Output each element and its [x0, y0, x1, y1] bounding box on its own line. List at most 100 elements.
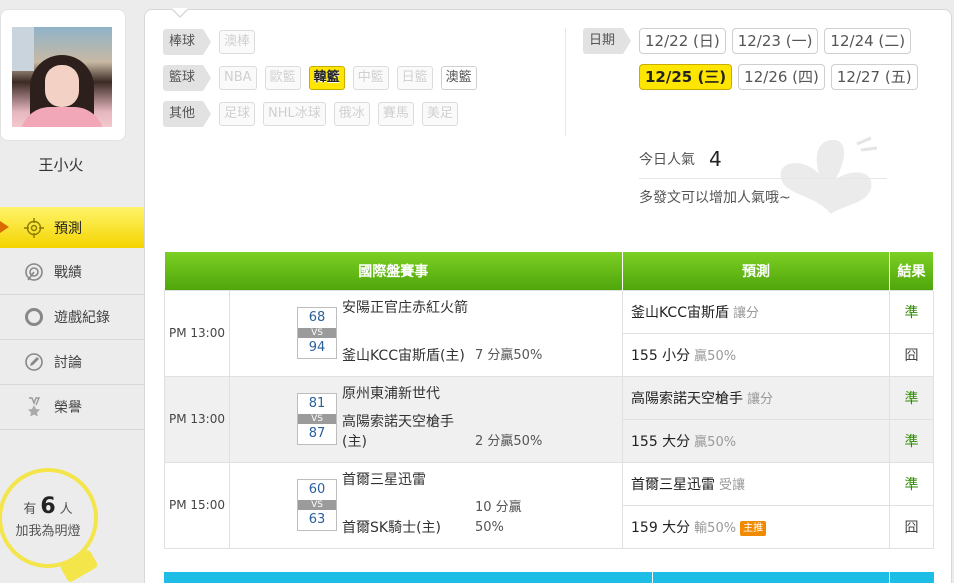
match-cell: 60 VS 63 首爾三星迅雷 首爾SK騎士(主) 10 分贏 50%	[229, 461, 623, 549]
handicap-text: 10 分贏	[475, 499, 522, 515]
chat-edit-icon	[24, 352, 44, 372]
follow-label: 加我為明燈	[15, 524, 81, 539]
sidebar-item-honor[interactable]: 榮譽	[0, 385, 144, 430]
prediction-cell: 釜山KCC宙斯盾 讓分	[622, 289, 890, 334]
league-button[interactable]: 中籃	[352, 66, 389, 90]
category-tag-baseball: 棒球	[163, 29, 211, 55]
table-header: 國際盤賽事 預測 結果	[164, 252, 934, 290]
home-score: 63	[308, 512, 326, 527]
handicap-text: 50%	[475, 519, 504, 535]
sidebar: 王小火 預測 戰績 遊戲紀錄 討論 榮譽 有 6 人 加我為明燈	[0, 0, 152, 583]
score-box: 68 VS 94	[297, 307, 337, 359]
ring-icon	[24, 307, 44, 327]
league-button[interactable]: NBA	[219, 66, 257, 90]
popularity-box: 今日人氣 4 多發文可以增加人氣哦~	[639, 144, 889, 207]
game-time: PM 13:00	[164, 289, 230, 377]
home-score: 94	[308, 340, 326, 355]
home-team: 高陽索諾天空槍手(主)	[342, 413, 454, 450]
home-score: 87	[308, 426, 326, 441]
score-box: 81 VS 87	[297, 393, 337, 445]
filter-row-other: 其他 足球 NHL冰球 俄冰 賽馬 美足	[163, 101, 466, 127]
date-label: 日期	[583, 28, 631, 54]
main-pick-badge: 主推	[740, 520, 767, 536]
filter-row-baseball: 棒球 澳棒	[163, 29, 263, 55]
home-team: 首爾SK騎士(主)	[342, 519, 441, 536]
away-score: 68	[308, 310, 326, 325]
league-button-selected[interactable]: 韓籃	[308, 66, 345, 90]
date-button-selected[interactable]: 12/25 (三)	[639, 64, 733, 90]
user-name[interactable]: 王小火	[0, 154, 122, 175]
avatar[interactable]	[12, 27, 112, 127]
away-team: 安陽正官庄赤紅火箭	[342, 299, 468, 316]
home-team: 釜山KCC宙斯盾(主)	[342, 347, 465, 364]
divider	[565, 28, 566, 136]
sidebar-item-record[interactable]: 戰績	[0, 250, 144, 295]
target-icon	[24, 217, 44, 238]
table-row: PM 13:00 81 VS 87 原州東浦新世代 高陽索諾天空槍手(主) 2 …	[164, 375, 934, 463]
category-tag-basketball: 籃球	[163, 65, 211, 91]
medal-icon	[24, 397, 44, 417]
sidebar-item-game-log[interactable]: 遊戲紀錄	[0, 295, 144, 340]
date-selector: 日期 12/22 (日) 12/23 (一) 12/24 (二) 12/25 (…	[583, 28, 924, 100]
score-box: 60 VS 63	[297, 479, 337, 531]
date-button[interactable]: 12/23 (一)	[731, 28, 819, 54]
match-cell: 81 VS 87 原州東浦新世代 高陽索諾天空槍手(主) 2 分贏50%	[229, 375, 623, 463]
game-time: PM 13:00	[164, 375, 230, 463]
prediction-cell: 159 大分 輸50% 主推	[622, 504, 890, 549]
filter-row-basketball: 籃球 NBA 歐籃 韓籃 中籃 日籃 澳籃	[163, 65, 485, 91]
prediction-cell: 155 大分 贏50%	[622, 418, 890, 463]
league-button[interactable]: 賽馬	[377, 102, 414, 126]
game-time: PM 15:00	[164, 461, 230, 549]
category-tag-other: 其他	[163, 101, 211, 127]
sidebar-item-label: 預測	[54, 220, 82, 237]
sidebar-item-label: 遊戲紀錄	[54, 310, 110, 326]
popularity-value: 4	[709, 147, 722, 171]
match-cell: 68 VS 94 安陽正官庄赤紅火箭 釜山KCC宙斯盾(主) 7 分贏50%	[229, 289, 623, 377]
league-button[interactable]: 歐籃	[264, 66, 301, 90]
away-score: 81	[308, 396, 326, 411]
league-button[interactable]: 日籃	[396, 66, 433, 90]
follow-badge[interactable]: 有6人 加我為明燈	[0, 468, 100, 583]
table-row: PM 13:00 68 VS 94 安陽正官庄赤紅火箭 釜山KCC宙斯盾(主) …	[164, 289, 934, 377]
handicap-text: 7 分贏50%	[475, 347, 543, 363]
league-button[interactable]: NHL冰球	[263, 102, 326, 126]
handicap-text: 2 分贏50%	[475, 433, 543, 449]
popularity-label: 今日人氣	[639, 152, 695, 168]
prediction-table: 國際盤賽事 預測 結果 PM 13:00 68 VS 94 安陽正官庄赤紅火箭 …	[164, 252, 934, 549]
header-match: 國際盤賽事	[164, 252, 623, 290]
result-cell: 準	[889, 375, 934, 420]
header-prediction: 預測	[622, 252, 890, 290]
prediction-cell: 首爾三星迅雷 受讓	[622, 461, 890, 506]
away-team: 原州東浦新世代	[342, 385, 440, 402]
league-button[interactable]: 澳棒	[219, 30, 256, 54]
result-cell: 準	[889, 289, 934, 334]
date-button[interactable]: 12/26 (四)	[738, 64, 825, 90]
next-table-header	[164, 572, 934, 583]
sidebar-nav: 預測 戰績 遊戲紀錄 討論 榮譽	[0, 205, 152, 430]
date-button[interactable]: 12/22 (日)	[639, 28, 726, 54]
date-button[interactable]: 12/27 (五)	[830, 64, 918, 90]
prediction-cell: 155 小分 贏50%	[622, 332, 890, 377]
result-cell: 準	[889, 418, 934, 463]
sidebar-item-label: 戰績	[54, 265, 82, 281]
result-cell: 囧	[889, 504, 934, 549]
date-button[interactable]: 12/24 (二)	[824, 28, 912, 54]
result-cell: 準	[889, 461, 934, 506]
league-button[interactable]: 澳籃	[440, 66, 477, 90]
prediction-cell: 高陽索諾天空槍手 讓分	[622, 375, 890, 420]
main-panel: 棒球 澳棒 籃球 NBA 歐籃 韓籃 中籃 日籃 澳籃 其他 足球 NHL冰球 …	[144, 8, 952, 583]
avatar-card	[0, 9, 126, 141]
fans-count-text: 有6人	[23, 494, 73, 519]
away-score: 60	[308, 482, 326, 497]
league-button[interactable]: 足球	[219, 102, 256, 126]
sidebar-item-label: 榮譽	[54, 400, 82, 416]
header-result: 結果	[889, 252, 934, 290]
sidebar-item-predict[interactable]: 預測	[0, 207, 152, 248]
league-button[interactable]: 美足	[421, 102, 458, 126]
fans-count: 6	[40, 494, 56, 519]
popularity-hint: 多發文可以增加人氣哦~	[639, 190, 791, 206]
league-button[interactable]: 俄冰	[333, 102, 370, 126]
sidebar-item-discuss[interactable]: 討論	[0, 340, 144, 385]
sidebar-item-label: 討論	[54, 355, 82, 371]
table-row: PM 15:00 60 VS 63 首爾三星迅雷 首爾SK騎士(主) 10 分贏…	[164, 461, 934, 549]
